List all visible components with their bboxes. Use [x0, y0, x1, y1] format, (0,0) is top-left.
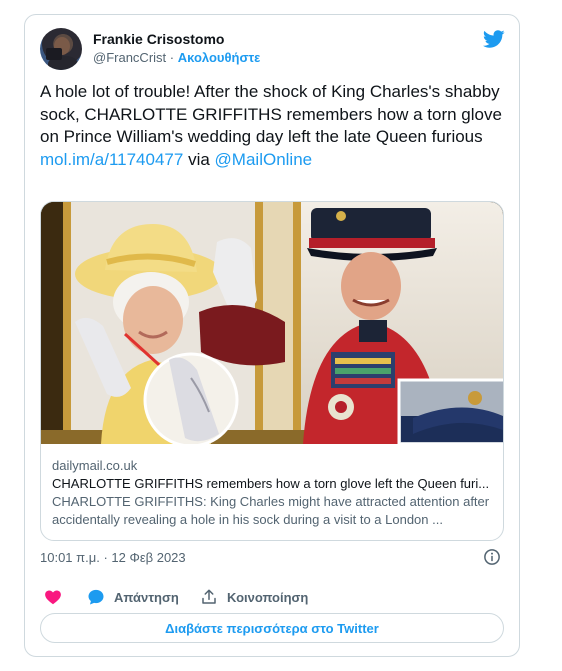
link-description: CHARLOTTE GRIFFITHS: King Charles might … [52, 494, 490, 527]
share-icon [202, 589, 216, 604]
like-button[interactable] [44, 586, 62, 608]
link-preview-card[interactable]: dailymail.co.uk CHARLOTTE GRIFFITHS reme… [40, 201, 504, 541]
tweet-timestamp[interactable]: 10:01 π.μ. · 12 Φεβ 2023 [40, 550, 186, 565]
tweet-body: A hole lot of trouble! After the shock o… [40, 81, 506, 171]
read-more-button[interactable]: Διαβάστε περισσότερα στο Twitter [40, 613, 504, 643]
handle-separator: · [169, 50, 175, 65]
share-button[interactable]: Κοινοποίηση [200, 586, 308, 608]
twitter-bird-icon[interactable] [483, 28, 505, 50]
tweet-text: A hole lot of trouble! After the shock o… [40, 82, 502, 146]
embedded-tweet-card: Frankie Crisostomo @FrancCrist · Ακολουθ… [24, 14, 520, 657]
link-title: CHARLOTTE GRIFFITHS remembers how a torn… [52, 476, 490, 491]
heart-icon [45, 590, 61, 605]
link-preview-image [41, 202, 503, 444]
reply-bubble-icon [88, 589, 104, 605]
author-handle[interactable]: @FrancCrist [93, 50, 166, 65]
avatar[interactable] [40, 28, 82, 70]
tweet-header: Frankie Crisostomo @FrancCrist · Ακολουθ… [40, 28, 505, 72]
via-text: via [188, 149, 210, 169]
mention-link[interactable]: @MailOnline [215, 150, 313, 169]
follow-button[interactable]: Ακολουθήστε [178, 50, 261, 65]
tweet-actions: Απάντηση Κοινοποίηση [40, 586, 505, 608]
author-handle-row: @FrancCrist · Ακολουθήστε [93, 50, 260, 65]
link-preview-meta: dailymail.co.uk CHARLOTTE GRIFFITHS reme… [52, 457, 493, 529]
author-name[interactable]: Frankie Crisostomo [93, 31, 224, 47]
tweet-link[interactable]: mol.im/a/11740477 [40, 150, 183, 169]
reply-button[interactable]: Απάντηση [87, 586, 179, 608]
reply-label: Απάντηση [114, 589, 179, 605]
avatar-camera [46, 48, 62, 60]
share-label: Κοινοποίηση [227, 589, 309, 605]
carriage-photo [41, 202, 503, 444]
info-icon[interactable] [483, 548, 501, 566]
link-domain: dailymail.co.uk [52, 458, 138, 473]
